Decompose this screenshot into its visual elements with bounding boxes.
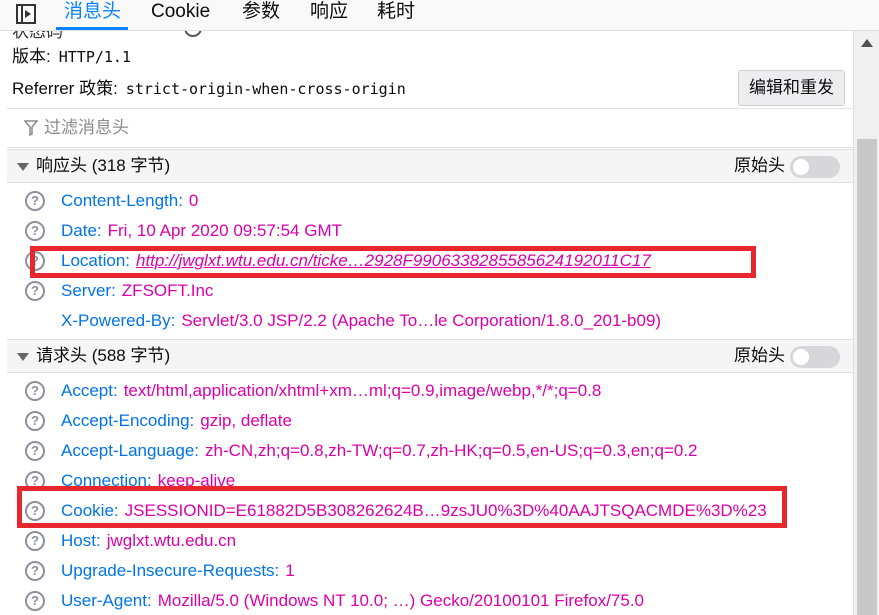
- header-name-text: Upgrade-Insecure-Requests:: [61, 561, 280, 580]
- help-icon[interactable]: ?: [25, 191, 45, 211]
- help-icon[interactable]: ?: [25, 561, 45, 581]
- header-name-text: Date:: [61, 221, 102, 240]
- header-row[interactable]: ? Accept-Language: zh-CN,zh;q=0.8,zh-TW;q=…: [7, 436, 853, 466]
- header-value: Fri, 10 Apr 2020 09:57:54 GMT: [107, 221, 342, 240]
- highlight-box-location: [30, 246, 756, 278]
- filter-bar[interactable]: 过滤消息头: [7, 108, 853, 148]
- vertical-scrollbar[interactable]: [853, 31, 879, 615]
- status-help-icon[interactable]: [184, 31, 202, 37]
- header-row[interactable]: ? Upgrade-Insecure-Requests: 1: [7, 556, 853, 586]
- raw-headers-label: 原始头: [734, 346, 785, 365]
- header-row[interactable]: ? Host: jwglxt.wtu.edu.cn: [7, 526, 853, 556]
- header-name: Accept-Language: zh-CN,zh;q=0.8,zh-TW;q=0…: [61, 436, 698, 466]
- version-row: 版本: HTTP/1.1: [12, 44, 131, 70]
- request-headers-section-header[interactable]: 请求头 (588 字节) 原始头: [7, 339, 853, 373]
- header-name-text: Host:: [61, 531, 101, 550]
- header-value: Mozilla/5.0 (Windows NT 10.0; …) Gecko/2…: [157, 591, 645, 610]
- raw-headers-toggle[interactable]: [790, 346, 840, 368]
- response-headers-section-header[interactable]: 响应头 (318 字节) 原始头: [7, 149, 853, 183]
- header-name-text: Server:: [61, 281, 116, 300]
- tab-cookie[interactable]: Cookie: [151, 0, 210, 30]
- header-value: text/html,application/xhtml+xm…ml;q=0.9,…: [123, 381, 602, 400]
- help-icon[interactable]: ?: [25, 281, 45, 301]
- help-icon[interactable]: ?: [25, 441, 45, 461]
- header-row[interactable]: ? Date: Fri, 10 Apr 2020 09:57:54 GMT: [7, 216, 853, 246]
- help-icon[interactable]: ?: [25, 221, 45, 241]
- header-name-text: Content-Length:: [61, 191, 183, 210]
- referrer-value: strict-origin-when-cross-origin: [125, 80, 406, 98]
- header-row[interactable]: ? Content-Length: 0: [7, 186, 853, 216]
- help-icon[interactable]: ?: [25, 381, 45, 401]
- raw-headers-toggle[interactable]: [790, 156, 840, 178]
- header-name: Accept: text/html,application/xhtml+xm…ml…: [61, 376, 601, 406]
- header-name-text: Accept:: [61, 381, 118, 400]
- header-value: jwglxt.wtu.edu.cn: [106, 531, 237, 550]
- referrer-label: Referrer 政策:: [12, 79, 118, 98]
- request-headers-title: 请求头 (588 字节): [36, 346, 171, 365]
- status-row: 状态码: [7, 31, 853, 41]
- header-name: Server: ZFSOFT.Inc: [61, 276, 213, 306]
- header-name: Content-Length: 0: [61, 186, 198, 216]
- header-name: Accept-Encoding: gzip, deflate: [61, 406, 292, 436]
- raw-headers-label: 原始头: [734, 156, 785, 175]
- collapse-triangle-icon[interactable]: [17, 163, 29, 171]
- help-icon[interactable]: ?: [25, 531, 45, 551]
- highlight-box-cookie: [17, 486, 787, 528]
- header-row[interactable]: ? Accept-Encoding: gzip, deflate: [7, 406, 853, 436]
- help-icon[interactable]: ?: [25, 411, 45, 431]
- toggle-sidebar-icon[interactable]: [15, 3, 37, 25]
- header-row[interactable]: ? Server: ZFSOFT.Inc: [7, 276, 853, 306]
- tab-response[interactable]: 响应: [310, 0, 348, 30]
- header-name: X-Powered-By: Servlet/3.0 JSP/2.2 (Apache…: [61, 306, 661, 336]
- tab-headers[interactable]: 消息头: [64, 0, 121, 30]
- version-label: 版本:: [12, 47, 51, 66]
- collapse-triangle-icon[interactable]: [17, 353, 29, 361]
- tab-timings[interactable]: 耗时: [377, 0, 415, 30]
- active-tab-indicator: [56, 27, 128, 30]
- status-label: 状态码: [12, 31, 63, 41]
- tab-bar: 消息头 Cookie 参数 响应 耗时: [0, 0, 879, 31]
- header-name: Date: Fri, 10 Apr 2020 09:57:54 GMT: [61, 216, 342, 246]
- header-name-text: X-Powered-By:: [61, 311, 176, 330]
- response-headers-title: 响应头 (318 字节): [36, 156, 171, 175]
- filter-icon: [24, 120, 38, 136]
- header-name: Upgrade-Insecure-Requests: 1: [61, 556, 295, 586]
- header-value: 0: [188, 191, 199, 210]
- header-value: gzip, deflate: [200, 411, 292, 430]
- toggle-knob: [793, 349, 809, 365]
- header-row[interactable]: X-Powered-By: Servlet/3.0 JSP/2.2 (Apache…: [7, 306, 853, 336]
- header-row[interactable]: ? User-Agent: Mozilla/5.0 (Windows NT 10.0…: [7, 586, 853, 615]
- header-name-text: Accept-Language:: [61, 441, 199, 460]
- header-name: User-Agent: Mozilla/5.0 (Windows NT 10.0;…: [61, 586, 644, 615]
- header-value: 1: [285, 561, 295, 580]
- edit-and-resend-button[interactable]: 编辑和重发: [738, 70, 845, 106]
- header-value: ZFSOFT.Inc: [121, 281, 214, 300]
- tab-params[interactable]: 参数: [242, 0, 280, 30]
- toggle-knob: [793, 159, 809, 175]
- version-value: HTTP/1.1: [58, 48, 131, 66]
- help-icon[interactable]: ?: [25, 591, 45, 611]
- header-row[interactable]: ? Accept: text/html,application/xhtml+xm…m…: [7, 376, 853, 406]
- scroll-up-arrow-icon[interactable]: [861, 39, 873, 47]
- header-name-text: Accept-Encoding:: [61, 411, 195, 430]
- filter-input[interactable]: 过滤消息头: [44, 109, 129, 147]
- header-name-text: User-Agent:: [61, 591, 152, 610]
- header-name: Host: jwglxt.wtu.edu.cn: [61, 526, 236, 556]
- header-value: Servlet/3.0 JSP/2.2 (Apache To…le Corpor…: [181, 311, 662, 330]
- referrer-row: Referrer 政策: strict-origin-when-cross-ori…: [12, 76, 406, 102]
- header-value: zh-CN,zh;q=0.8,zh-TW;q=0.7,zh-HK;q=0.5,e…: [205, 441, 698, 460]
- scrollbar-thumb[interactable]: [857, 139, 877, 615]
